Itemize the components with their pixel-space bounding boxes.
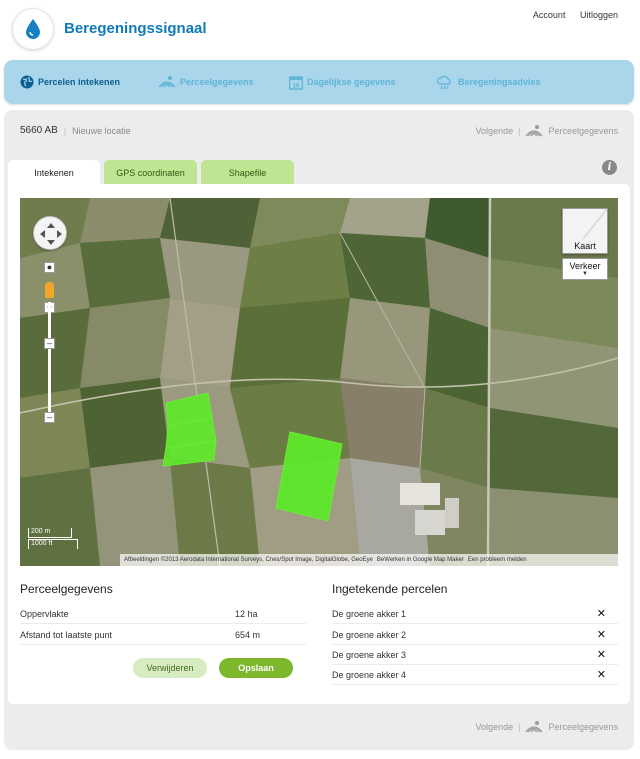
separator: | [518, 126, 521, 136]
next-target: Perceelgegevens [548, 722, 618, 732]
logout-link[interactable]: Uitloggen [580, 10, 618, 20]
parcel-info-title: Perceelgegevens [20, 582, 113, 596]
nav-item-dagelijkse-gegevens[interactable]: 16 Dagelijkse gegevens [289, 60, 396, 104]
map-attribution: Afbeeldingen ©2013 Aerodata Internationa… [120, 554, 618, 566]
scale-imperial: 1000 ft [28, 539, 78, 549]
next-target: Perceelgegevens [548, 126, 618, 136]
nav-item-percelen-intekenen[interactable]: Percelen intekenen [20, 60, 120, 104]
list-item[interactable]: De groene akker 3 ✕ [332, 645, 618, 665]
close-icon[interactable]: ✕ [597, 628, 606, 641]
report-problem-link[interactable]: Een probleem melden [468, 557, 527, 563]
water-drop-icon [26, 19, 40, 39]
row-label: Oppervlakte [20, 608, 69, 619]
parcel-name: De groene akker 1 [332, 608, 407, 619]
scale-metric: 200 m [28, 528, 72, 538]
next-step-link[interactable]: Volgende | Perceelgegevens [476, 124, 618, 138]
chevron-down-icon: ▼ [582, 271, 588, 277]
calendar-icon: 16 [289, 75, 303, 90]
nav-label: Dagelijkse gegevens [307, 77, 396, 87]
nav-item-perceelgegevens[interactable]: Perceelgegevens [158, 60, 254, 104]
close-icon[interactable]: ✕ [597, 648, 606, 661]
satellite-map[interactable]: ● + – – Kaart Verkeer ▼ 200 m 1000 f [20, 198, 618, 566]
field-rows-icon [158, 76, 176, 88]
separator: | [518, 722, 521, 732]
zoom-out-button[interactable]: – [44, 412, 55, 423]
nav-label: Beregeningsadvies [458, 77, 541, 87]
parcel-name: De groene akker 2 [332, 629, 407, 640]
list-item[interactable]: De groene akker 4 ✕ [332, 665, 618, 685]
app-header: Beregeningssignaal Account Uitloggen [0, 0, 640, 60]
top-links: Account Uitloggen [521, 10, 618, 20]
zoom-reset-button[interactable]: ● [44, 262, 55, 273]
tab-shapefile[interactable]: Shapefile [201, 160, 294, 185]
postcode: 5660 AB [20, 125, 58, 136]
save-button[interactable]: Opslaan [219, 658, 293, 678]
tab-intekenen[interactable]: Intekenen [8, 160, 100, 185]
svg-text:16: 16 [293, 83, 300, 89]
app-logo[interactable] [12, 8, 54, 50]
table-row: Afstand tot laatste punt 654 m [20, 625, 306, 645]
pan-arrows-icon [40, 223, 62, 245]
next-label: Volgende [475, 126, 514, 136]
account-link[interactable]: Account [533, 10, 566, 20]
main-nav: Percelen intekenen Perceelgegevens 16 Da… [4, 60, 634, 104]
field-rows-icon [525, 125, 543, 137]
tab-gps-coordinaten[interactable]: GPS coordinaten [104, 160, 197, 185]
separator: | [63, 125, 67, 136]
next-label: Volgende [475, 722, 514, 732]
traffic-label: Verkeer [569, 261, 601, 271]
close-icon[interactable]: ✕ [597, 668, 606, 681]
table-row: Oppervlakte 12 ha [20, 604, 306, 624]
row-label: Afstand tot laatste punt [20, 629, 113, 640]
drawn-parcels-title: Ingetekende percelen [332, 582, 448, 596]
zoom-track[interactable] [48, 302, 51, 412]
app-title: Beregeningssignaal [64, 20, 207, 37]
content-card: ● + – – Kaart Verkeer ▼ 200 m 1000 f [8, 184, 630, 704]
parcel-name: De groene akker 4 [332, 669, 407, 680]
nav-label: Percelen intekenen [38, 77, 121, 87]
footer-next-step-link[interactable]: Volgende | Perceelgegevens [476, 720, 618, 734]
globe-icon [20, 75, 34, 89]
nav-item-beregeningsadvies[interactable]: Beregeningsadvies [436, 60, 541, 104]
map-type-label: Kaart [574, 241, 596, 251]
zoom-handle[interactable]: – [44, 338, 55, 349]
traffic-dropdown[interactable]: Verkeer ▼ [562, 258, 608, 280]
field-rows-icon [525, 721, 543, 733]
pan-control[interactable] [33, 216, 67, 250]
map-thumbnail-icon [563, 208, 608, 240]
info-icon[interactable]: i [602, 160, 617, 175]
street-view-pegman-icon[interactable] [45, 282, 54, 298]
list-item[interactable]: De groene akker 1 ✕ [332, 604, 618, 624]
row-value: 654 m [235, 629, 261, 640]
close-icon[interactable]: ✕ [597, 607, 606, 620]
zoom-control: ● + – – [44, 262, 55, 432]
row-value: 12 ha [235, 608, 258, 619]
delete-button[interactable]: Verwijderen [133, 658, 207, 678]
map-scale: 200 m 1000 ft [28, 528, 78, 549]
map-imagery [20, 198, 618, 566]
attribution-text: Afbeeldingen ©2013 Aerodata Internationa… [124, 557, 373, 563]
nav-label: Perceelgegevens [180, 77, 254, 87]
location-row: 5660 AB | Nieuwe locatie [20, 125, 131, 136]
rain-cloud-icon [436, 75, 451, 89]
main-panel: 5660 AB | Nieuwe locatie Volgende | Perc… [4, 110, 634, 750]
map-maker-link[interactable]: BeWerken in Google Map Maker [377, 557, 464, 563]
parcel-name: De groene akker 3 [332, 649, 407, 660]
new-location-link[interactable]: Nieuwe locatie [72, 126, 131, 136]
map-type-button[interactable]: Kaart [562, 208, 608, 254]
list-item[interactable]: De groene akker 2 ✕ [332, 625, 618, 645]
